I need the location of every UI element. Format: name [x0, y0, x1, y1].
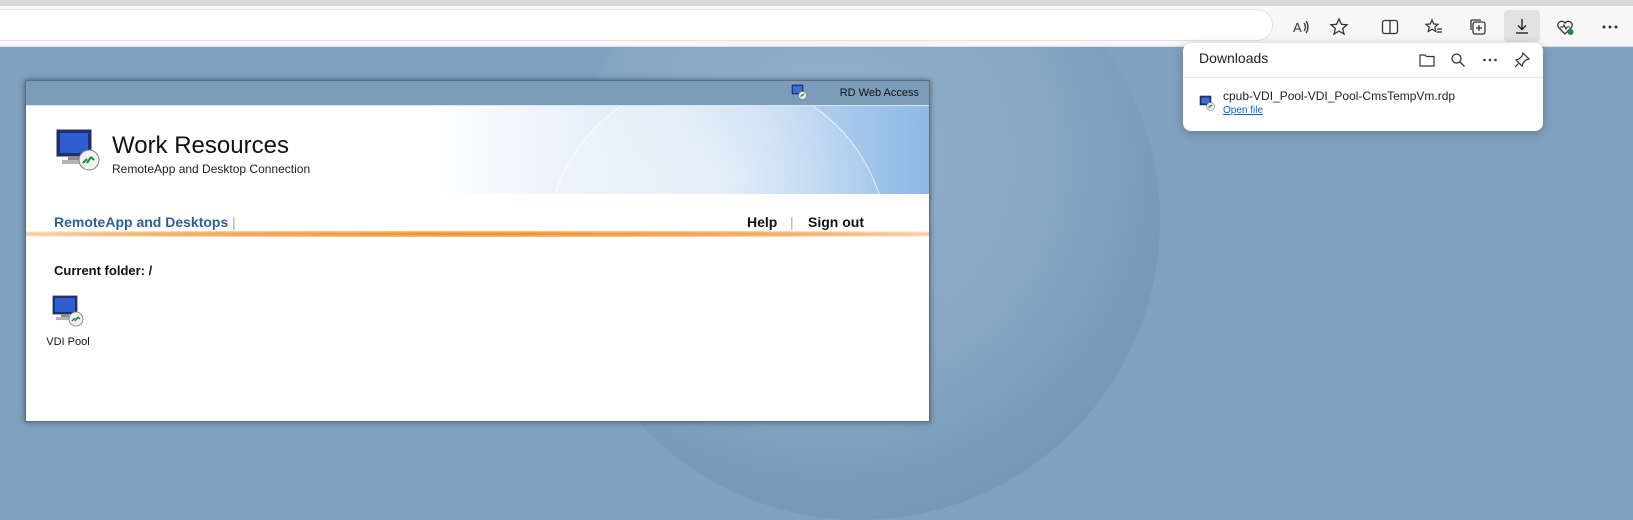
downloads-divider [1183, 77, 1543, 78]
downloads-title: Downloads [1199, 50, 1269, 66]
split-screen-icon[interactable] [1377, 14, 1403, 40]
address-bar[interactable] [0, 9, 1273, 41]
folder-icon[interactable] [1416, 49, 1438, 71]
resource-vdi-pool[interactable]: VDI Pool [42, 293, 94, 348]
favorites-icon[interactable] [1421, 14, 1447, 40]
remote-desktop-logo-icon [54, 126, 102, 174]
window-title-bar: RD Web Access [26, 81, 929, 106]
page-title: Work Resources [112, 132, 289, 159]
nav-separator: | [232, 214, 236, 230]
favorite-star-icon[interactable] [1326, 14, 1352, 40]
sign-out-link[interactable]: Sign out [808, 214, 864, 230]
window-title: RD Web Access [839, 87, 919, 99]
help-link[interactable]: Help [747, 214, 777, 230]
svg-text:A: A [1293, 20, 1302, 35]
collections-icon[interactable] [1465, 14, 1491, 40]
browser-essentials-icon[interactable] [1552, 14, 1578, 40]
tab-remoteapp-and-desktops[interactable]: RemoteApp and Desktops [54, 214, 228, 230]
banner-globe [546, 106, 888, 194]
browser-toolbar: A [0, 6, 1633, 47]
header-banner: Work Resources RemoteApp and Desktop Con… [26, 106, 929, 194]
downloads-panel: Downloads cpub-VDI_Pool-VDI_Pool-CmsTemp… [1183, 43, 1543, 131]
more-icon[interactable] [1479, 49, 1501, 71]
more-icon[interactable] [1597, 14, 1623, 40]
nav-bar: RemoteApp and Desktops | Help | Sign out [26, 194, 929, 232]
rd-web-access-icon [791, 84, 807, 100]
nav-separator: | [790, 214, 794, 230]
open-file-link[interactable]: Open file [1223, 105, 1263, 116]
page-subtitle: RemoteApp and Desktop Connection [112, 162, 311, 176]
resource-label: VDI Pool [46, 336, 90, 348]
pin-icon[interactable] [1511, 49, 1533, 71]
downloads-icon[interactable] [1504, 10, 1540, 42]
current-folder-label: Current folder: / [54, 263, 153, 278]
search-icon[interactable] [1447, 49, 1469, 71]
download-filename[interactable]: cpub-VDI_Pool-VDI_Pool-CmsTempVm.rdp [1223, 89, 1455, 103]
remote-desktop-icon [50, 295, 86, 333]
read-aloud-icon[interactable]: A [1288, 14, 1314, 40]
rd-web-access-window: RD Web Access Work Resources RemoteApp a… [25, 80, 930, 422]
rdp-file-icon [1199, 95, 1215, 111]
orange-divider [26, 231, 929, 237]
